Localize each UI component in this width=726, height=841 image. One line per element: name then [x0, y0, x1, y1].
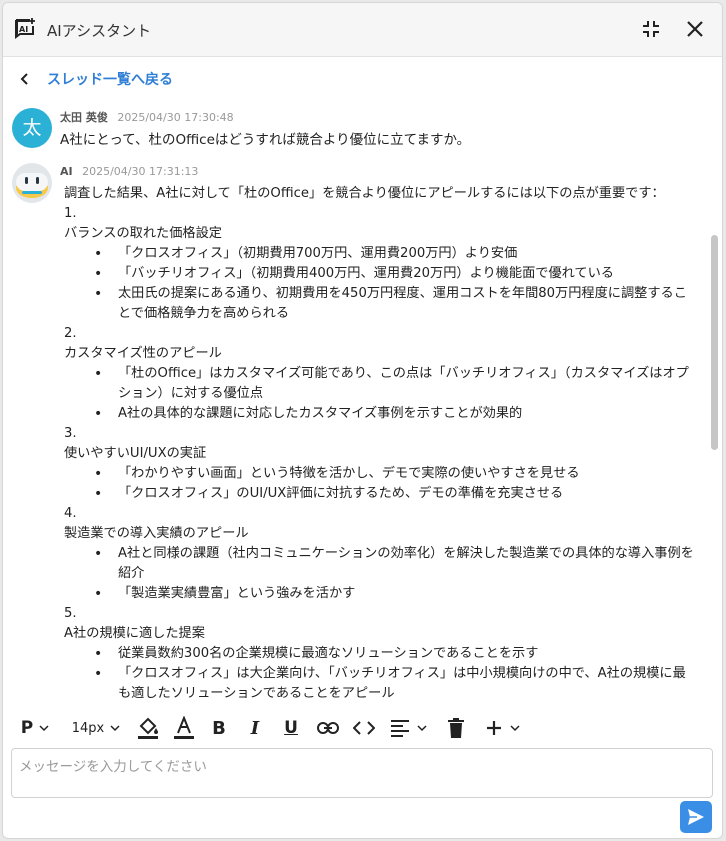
- panel-title: AIアシスタント: [47, 22, 152, 40]
- trash-icon[interactable]: [445, 713, 467, 743]
- underline-icon[interactable]: U: [279, 713, 303, 743]
- editor-toolbar: P 14px B I U: [3, 713, 722, 743]
- ai-avatar-icon: [12, 163, 52, 203]
- section-heading: A社の規模に適した提案: [64, 626, 205, 641]
- bullet-list: 「クロスオフィス」（初期費用700万円、運用費200万円）より安価 「バッチリオ…: [94, 244, 694, 324]
- message-meta: AI 2025/04/30 17:31:13: [60, 165, 198, 178]
- chevron-left-icon: [17, 71, 33, 87]
- user-avatar: 太: [12, 108, 52, 148]
- ai-chat-icon: AI: [13, 17, 37, 41]
- close-icon[interactable]: [683, 17, 707, 41]
- message-input[interactable]: [12, 749, 712, 797]
- message-meta: 太田 英俊 2025/04/30 17:30:48: [60, 109, 234, 125]
- link-icon[interactable]: [315, 713, 341, 743]
- svg-text:AI: AI: [19, 25, 28, 34]
- send-button[interactable]: [680, 801, 712, 833]
- timestamp: 2025/04/30 17:31:13: [82, 165, 199, 178]
- font-size-value: 14px: [71, 720, 105, 736]
- chevron-down-icon: [110, 725, 120, 732]
- list-item: 太田氏の提案にある通り、初期費用を450万円程度、運用コストを年間80万円程度に…: [94, 284, 694, 324]
- chevron-down-icon: [39, 725, 49, 732]
- bullet-list: A社と同様の課題（社内コミュニケーションの効率化）を解決した製造業での具体的な導…: [94, 544, 694, 604]
- section-heading: 使いやすいUI/UXの実証: [64, 446, 207, 461]
- message-list[interactable]: 太 太田 英俊 2025/04/30 17:30:48 A社にとって、杜のOff…: [3, 101, 707, 701]
- panel-header: AI AIアシスタント: [3, 3, 722, 57]
- list-item: 「杜のOffice」はカスタマイズ可能であり、この点は「バッチリオフィス」（カス…: [94, 364, 694, 404]
- ai-intro: 調査した結果、A社に対して「杜のOffice」を競合より優位にアピールするには以…: [64, 186, 665, 201]
- list-item: 「クロスオフィス」は大企業向け、「バッチリオフィス」は中小規模向けの中で、A社の…: [94, 664, 694, 701]
- list-item: 「製造業実績豊富」という強みを活かす: [94, 584, 694, 604]
- paragraph-style-dropdown[interactable]: P: [17, 713, 53, 743]
- ai-assistant-panel: AI AIアシスタント スレッド一覧へ戻る 太 太田 英俊 2025/04/30…: [2, 2, 723, 839]
- section-number: 5.: [64, 606, 77, 621]
- scrollbar-thumb[interactable]: [711, 235, 718, 450]
- code-icon[interactable]: [351, 713, 377, 743]
- author-name: 太田 英俊: [60, 111, 108, 124]
- align-dropdown[interactable]: [387, 713, 431, 743]
- list-item: 「わかりやすい画面」という特徴を活かし、デモで実際の使いやすさを見せる: [94, 464, 694, 484]
- list-item: A社と同様の課題（社内コミュニケーションの効率化）を解決した製造業での具体的な導…: [94, 544, 694, 584]
- list-item: 「クロスオフィス」（初期費用700万円、運用費200万円）より安価: [94, 244, 694, 264]
- font-size-dropdown[interactable]: 14px: [69, 713, 123, 743]
- align-left-icon: [391, 720, 409, 737]
- send-icon: [688, 809, 704, 825]
- message-text: A社にとって、杜のOfficeはどうすれば競合より優位に立てますか。: [60, 132, 471, 148]
- section-number: 3.: [64, 426, 77, 441]
- back-to-threads-link[interactable]: スレッド一覧へ戻る: [17, 67, 173, 91]
- section-heading: カスタマイズ性のアピール: [64, 346, 222, 361]
- font-color-icon[interactable]: [171, 713, 197, 743]
- list-item: A社の具体的な課題に対応したカスタマイズ事例を示すことが効果的: [94, 404, 694, 424]
- italic-icon[interactable]: I: [243, 713, 267, 743]
- back-to-threads-label: スレッド一覧へ戻る: [47, 72, 173, 88]
- highlight-color-icon[interactable]: [135, 713, 161, 743]
- list-item: 従業員数約300名の企業規模に最適なソリューションであることを示す: [94, 644, 694, 664]
- bold-icon[interactable]: B: [207, 713, 231, 743]
- section-number: 2.: [64, 326, 77, 341]
- list-item: 「クロスオフィス」のUI/UX評価に対抗するため、デモの準備を充実させる: [94, 484, 694, 504]
- bullet-list: 「杜のOffice」はカスタマイズ可能であり、この点は「バッチリオフィス」（カス…: [94, 364, 694, 424]
- author-name: AI: [60, 165, 73, 178]
- insert-dropdown[interactable]: [481, 713, 525, 743]
- list-item: 「バッチリオフィス」（初期費用400万円、運用費20万円）より機能面で優れている: [94, 264, 694, 284]
- bullet-list: 「わかりやすい画面」という特徴を活かし、デモで実際の使いやすさを見せる 「クロス…: [94, 464, 694, 504]
- message-input-box: [11, 748, 713, 798]
- section-number: 1.: [64, 206, 77, 221]
- section-heading: 製造業での導入実績のアピール: [64, 526, 249, 541]
- section-number: 4.: [64, 506, 77, 521]
- paragraph-icon: P: [20, 718, 34, 738]
- chevron-down-icon: [510, 725, 520, 732]
- section-heading: バランスの取れた価格設定: [64, 226, 222, 241]
- timestamp: 2025/04/30 17:30:48: [117, 111, 234, 124]
- chevron-down-icon: [417, 725, 427, 732]
- collapse-icon[interactable]: [639, 17, 663, 41]
- ai-message-body: 調査した結果、A社に対して「杜のOffice」を競合より優位にアピールするには以…: [64, 184, 694, 701]
- bullet-list: 従業員数約300名の企業規模に最適なソリューションであることを示す 「クロスオフ…: [94, 644, 694, 701]
- plus-icon: [487, 721, 501, 735]
